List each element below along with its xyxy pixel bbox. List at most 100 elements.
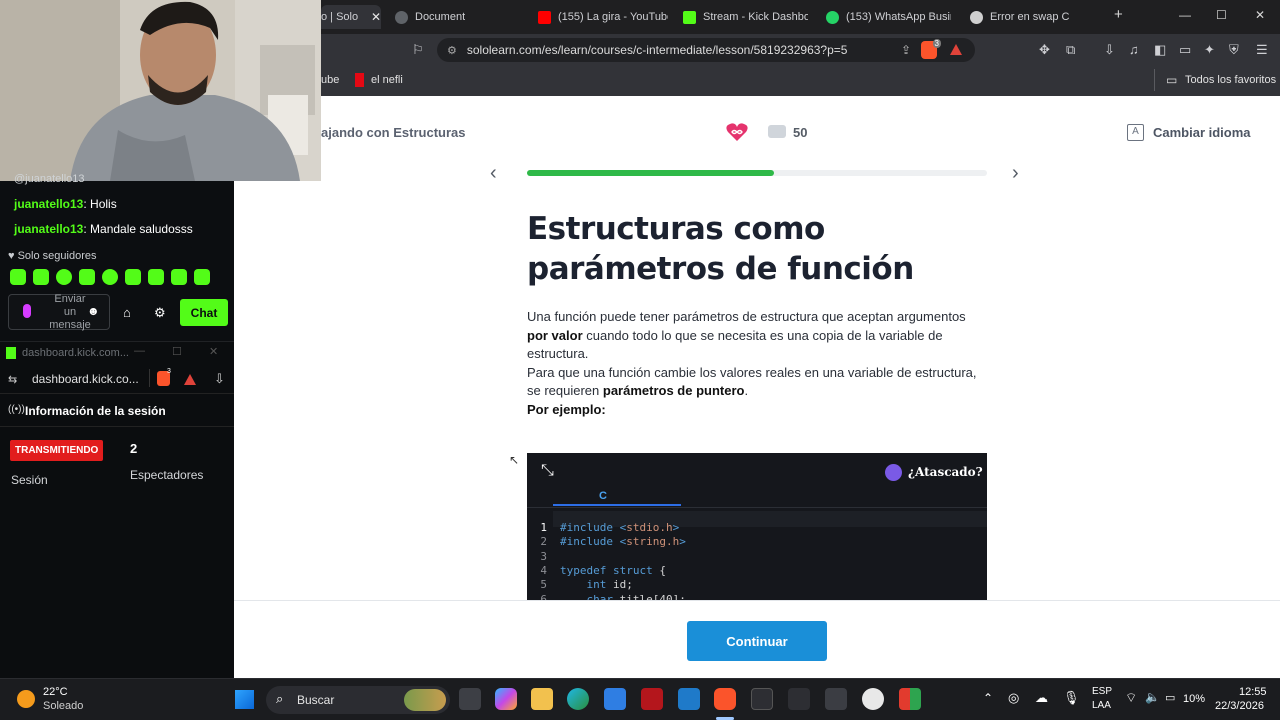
- emote-icon[interactable]: [171, 269, 187, 285]
- chevron-left-icon[interactable]: ‹: [490, 162, 497, 185]
- site-info-icon[interactable]: ⇆: [8, 373, 17, 386]
- bookmark-youtube[interactable]: ube: [321, 74, 339, 86]
- site-info-icon[interactable]: ⚙: [447, 44, 457, 57]
- vscode-icon[interactable]: [678, 688, 700, 710]
- microphone-icon[interactable]: 🎙: [1063, 690, 1080, 706]
- app-icon[interactable]: [751, 688, 773, 710]
- code-editor[interactable]: ⤡ ¿Atascado? C 1 #include <stdio.h> 2 #incl…: [527, 453, 987, 600]
- heart-infinity-icon[interactable]: [726, 122, 748, 142]
- address-bar[interactable]: ⚙ sololearn.com/es/learn/courses/c-inter…: [437, 38, 975, 62]
- breadcrumb[interactable]: ajando con Estructuras: [321, 125, 465, 140]
- download-icon[interactable]: ⇩: [1104, 42, 1115, 58]
- emote-icon[interactable]: [102, 269, 118, 285]
- edge-icon[interactable]: [567, 688, 589, 710]
- task-view-icon[interactable]: [459, 688, 481, 710]
- battery-percent[interactable]: 10%: [1183, 693, 1205, 705]
- language-layout[interactable]: LAA: [1092, 700, 1111, 711]
- obs-icon[interactable]: [862, 688, 884, 710]
- new-tab-button[interactable]: +: [1114, 6, 1123, 23]
- share-icon[interactable]: ⇪: [901, 43, 911, 57]
- emote-icon[interactable]: [148, 269, 164, 285]
- search-icon: ⌕: [276, 691, 284, 706]
- vpn-icon[interactable]: ⛨: [1229, 42, 1239, 58]
- minimize-icon[interactable]: —: [134, 345, 145, 357]
- store-icon[interactable]: ⌂: [123, 305, 131, 320]
- continue-button[interactable]: Continuar: [687, 621, 827, 661]
- clock-time[interactable]: 12:55: [1239, 686, 1267, 698]
- bookmark-icon[interactable]: ⚐: [412, 42, 424, 58]
- address-bar[interactable]: dashboard.kick.co...: [32, 372, 139, 386]
- comment-icon[interactable]: [768, 125, 786, 138]
- tab-whatsapp[interactable]: (153) WhatsApp Busine: [826, 5, 951, 29]
- close-icon[interactable]: ✕: [371, 10, 381, 24]
- weather-status[interactable]: Soleado: [43, 700, 83, 712]
- chat-input[interactable]: Enviar un mensaje ☻: [8, 293, 110, 331]
- tab-document[interactable]: Document: [395, 5, 525, 29]
- taskbar-search[interactable]: ⌕ Buscar: [266, 686, 450, 714]
- language-code[interactable]: ESP: [1092, 686, 1112, 697]
- tab-chatgpt[interactable]: Error en swap C: [970, 5, 1090, 29]
- extensions-icon[interactable]: ✥: [1039, 42, 1050, 58]
- network-app-icon[interactable]: [788, 688, 810, 710]
- leo-ai-icon[interactable]: ✦: [1204, 42, 1215, 58]
- emoji-icon[interactable]: ☻: [87, 304, 100, 318]
- all-favorites[interactable]: Todos los favoritos: [1185, 74, 1276, 86]
- mcafee-icon[interactable]: [641, 688, 663, 710]
- chat-username[interactable]: juanatello13: [14, 197, 83, 211]
- copilot-icon[interactable]: [495, 688, 517, 710]
- comments-count[interactable]: 50: [793, 125, 807, 140]
- wifi-icon[interactable]: ⌔: [1125, 690, 1137, 706]
- emote-icon[interactable]: [33, 269, 49, 285]
- emote-icon[interactable]: [194, 269, 210, 285]
- volume-icon[interactable]: 🔈: [1145, 690, 1160, 704]
- app-icon[interactable]: [825, 688, 847, 710]
- brave-rewards-icon[interactable]: [184, 374, 196, 385]
- emote-icon[interactable]: [125, 269, 141, 285]
- battery-icon[interactable]: ▭: [1165, 691, 1175, 704]
- tab-youtube[interactable]: (155) La gira - YouTube: [538, 5, 668, 29]
- wallet-icon[interactable]: ▭: [1179, 42, 1191, 58]
- tray-app-icon[interactable]: ◎: [1008, 690, 1019, 706]
- code-language-tab[interactable]: C: [599, 490, 607, 502]
- menu-icon[interactable]: ☰: [1256, 42, 1268, 58]
- temperature[interactable]: 22°C: [43, 686, 68, 698]
- chevron-up-icon[interactable]: ⌃: [983, 691, 993, 705]
- maximize-icon[interactable]: ☐: [1216, 8, 1227, 22]
- brave-icon[interactable]: [714, 688, 736, 710]
- sidebar-icon[interactable]: ◧: [1154, 42, 1166, 58]
- download-icon[interactable]: ⇩: [214, 371, 225, 387]
- emote-icon[interactable]: [79, 269, 95, 285]
- help-icon[interactable]: [885, 464, 902, 481]
- change-language-link[interactable]: Cambiar idioma: [1153, 125, 1251, 140]
- maximize-icon[interactable]: ☐: [172, 345, 182, 358]
- brave-rewards-icon[interactable]: [950, 44, 962, 55]
- tab-sololearn[interactable]: o | Solo ✕: [321, 5, 381, 29]
- chat-username[interactable]: juanatello13: [14, 222, 83, 236]
- tab-label: Stream - Kick Dashboa: [703, 11, 808, 23]
- tab-kick[interactable]: Stream - Kick Dashboa: [683, 5, 808, 29]
- store-icon[interactable]: [604, 688, 626, 710]
- close-icon[interactable]: ✕: [209, 345, 218, 358]
- translate-icon[interactable]: A: [1127, 124, 1144, 141]
- emote-icon[interactable]: [56, 269, 72, 285]
- media-icon[interactable]: ♫: [1129, 42, 1139, 57]
- clock-date[interactable]: 22/3/2026: [1215, 700, 1264, 712]
- onedrive-icon[interactable]: ☁: [1035, 690, 1048, 706]
- emote-icon[interactable]: [10, 269, 26, 285]
- bookmark-netflix[interactable]: el nefli: [371, 74, 403, 86]
- microphone-icon[interactable]: [23, 304, 31, 318]
- app-icon[interactable]: [899, 688, 921, 710]
- close-window-icon[interactable]: ✕: [1255, 8, 1265, 22]
- chat-send-button[interactable]: Chat: [180, 299, 228, 326]
- code-line: 3: [527, 550, 987, 564]
- file-explorer-icon[interactable]: [531, 688, 553, 710]
- windows-start-icon[interactable]: [235, 690, 254, 709]
- chevron-right-icon[interactable]: ›: [1012, 162, 1019, 185]
- minimize-icon[interactable]: —: [1179, 8, 1191, 22]
- divider: [527, 507, 987, 508]
- weather-sun-icon[interactable]: [17, 690, 35, 708]
- screenshot-icon[interactable]: ⧉: [1066, 42, 1075, 58]
- stuck-button[interactable]: ¿Atascado?: [908, 465, 983, 479]
- gear-icon[interactable]: ⚙: [154, 305, 166, 321]
- expand-icon[interactable]: ⤡: [541, 462, 554, 480]
